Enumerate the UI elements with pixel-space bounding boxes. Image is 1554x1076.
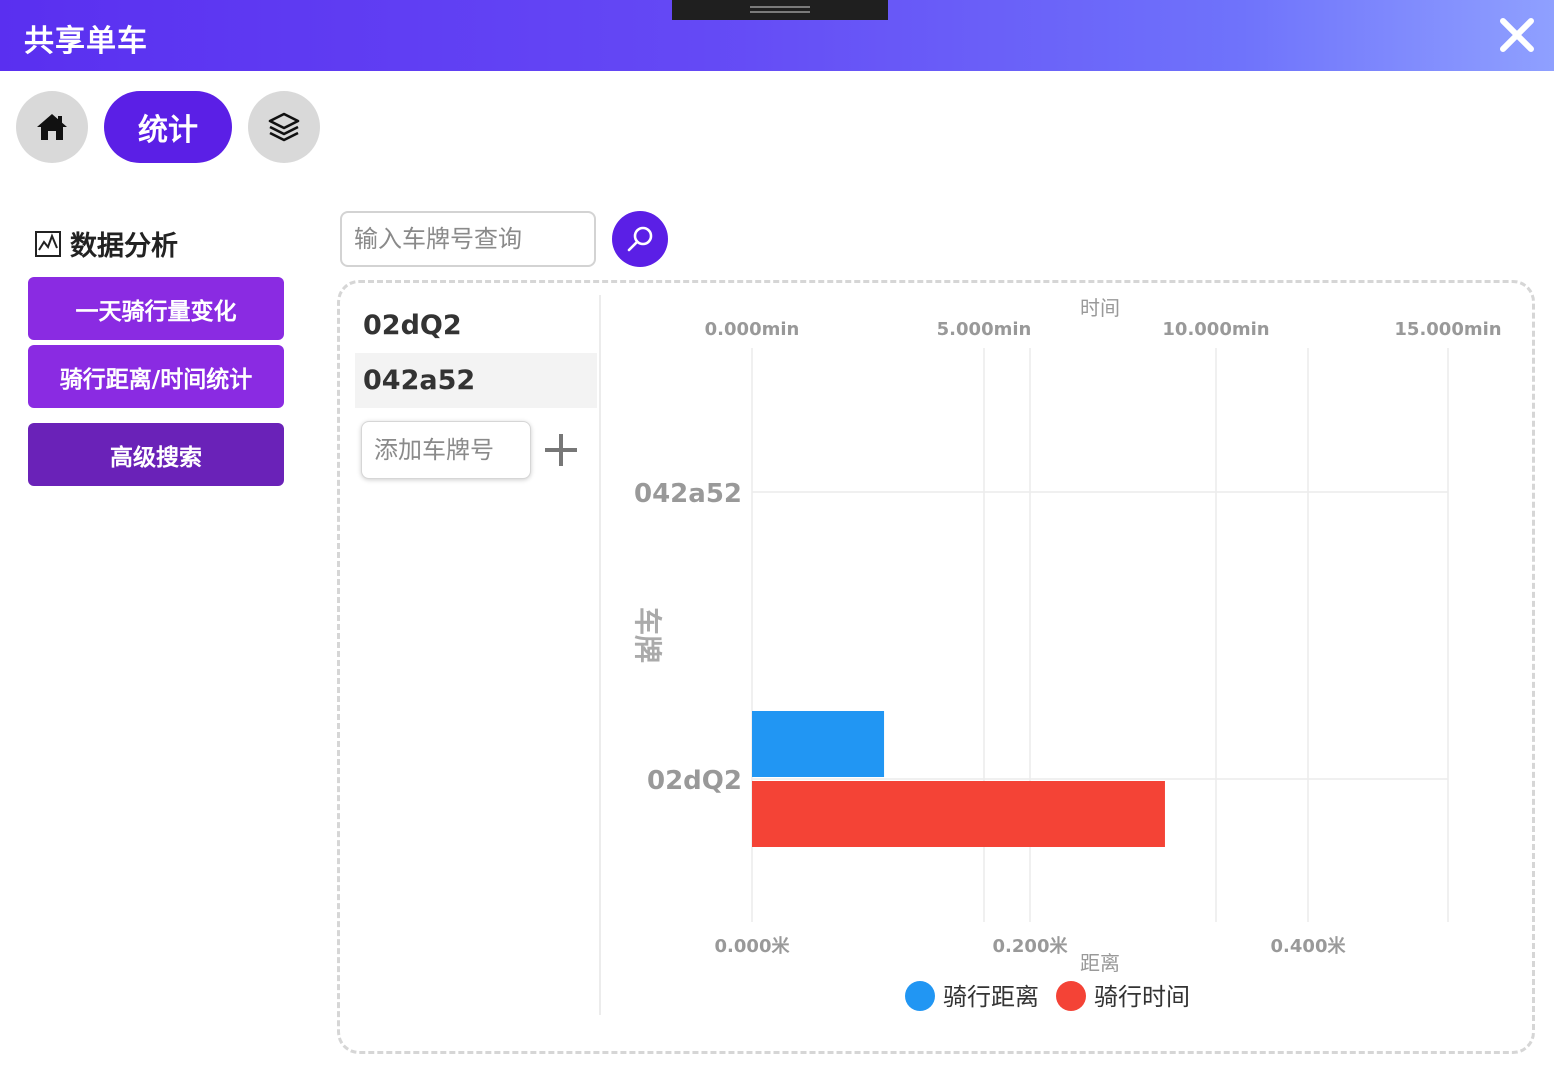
search-input[interactable] (340, 211, 596, 267)
plus-icon (545, 434, 577, 466)
sidebar-title: 数据分析 (70, 231, 178, 262)
sidebar-item-daily-rides[interactable]: 一天骑行量变化 (28, 277, 284, 340)
stats-button[interactable]: 统计 (104, 91, 232, 163)
sidebar-item-advanced-search[interactable]: 高级搜索 (28, 423, 284, 486)
layers-icon (268, 112, 300, 142)
window-drag-handle[interactable] (672, 0, 888, 20)
close-button[interactable] (1494, 12, 1540, 58)
plate-list-item[interactable]: 042a52 (355, 353, 597, 408)
title-bar: 共享单车 (0, 0, 1554, 71)
close-icon (1500, 18, 1534, 52)
list-divider (599, 295, 601, 1015)
plate-list-item[interactable]: 02dQ2 (355, 298, 597, 353)
home-button[interactable] (16, 91, 88, 163)
home-icon (37, 114, 67, 140)
add-plate-input[interactable] (361, 421, 531, 479)
search-button[interactable] (612, 211, 668, 267)
add-plate-button[interactable] (541, 430, 581, 470)
line-chart-icon (35, 230, 61, 257)
sidebar-header: 数据分析 (34, 224, 178, 263)
sidebar-item-distance-time-stats[interactable]: 骑行距离/时间统计 (28, 345, 284, 408)
search-icon (627, 226, 653, 252)
layers-button[interactable] (248, 91, 320, 163)
app-title: 共享单车 (24, 24, 148, 59)
